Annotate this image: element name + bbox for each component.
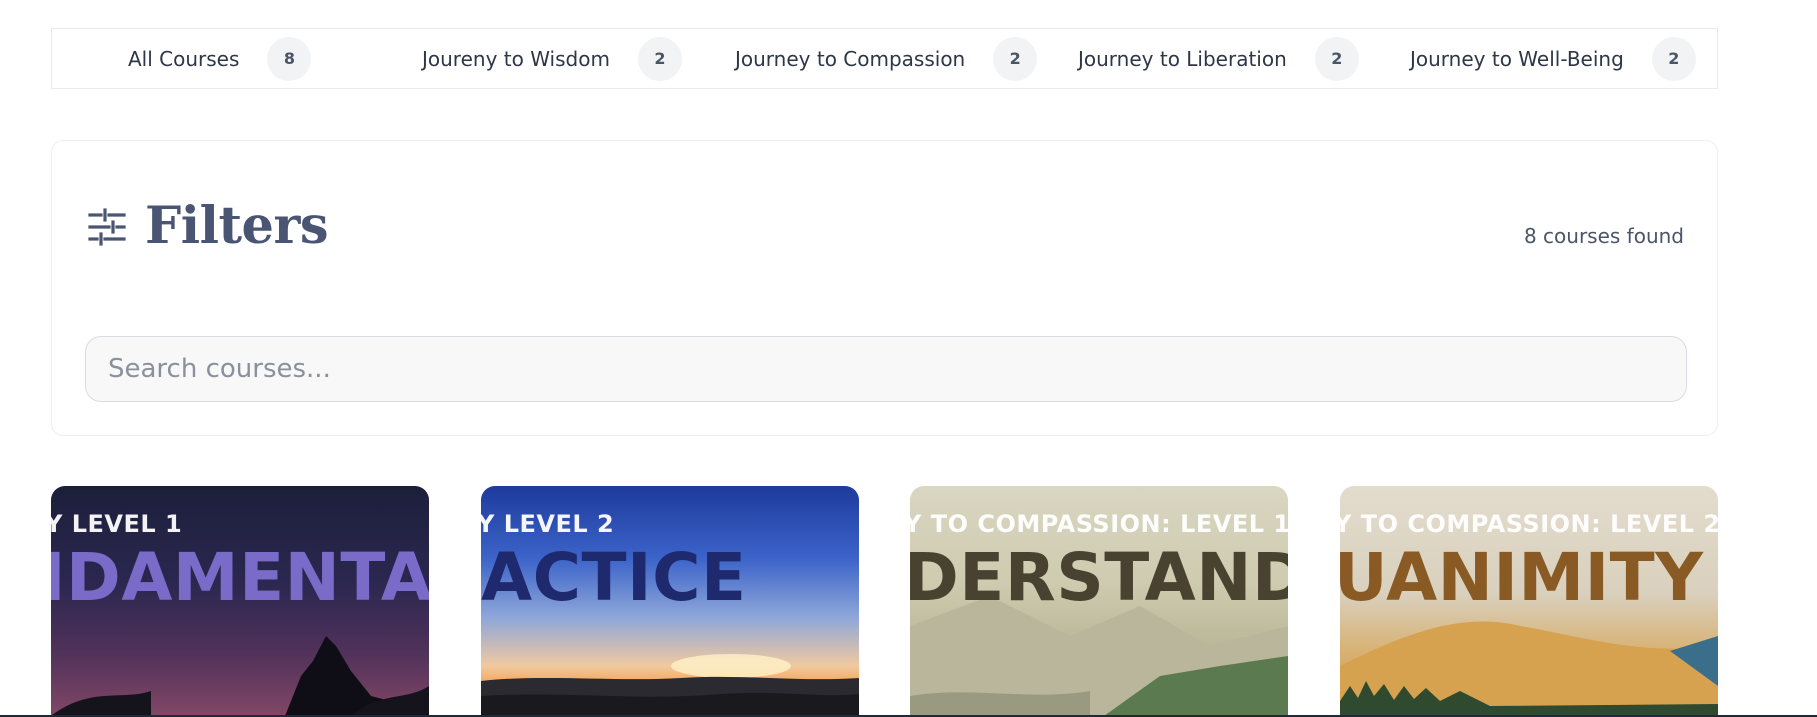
tab-label: All Courses <box>128 46 240 71</box>
tab-count-badge: 2 <box>1314 36 1359 81</box>
tab-label: Journey to Liberation <box>1078 46 1287 71</box>
course-card[interactable]: Y TO COMPASSION: LEVEL 2 UANIMITY <box>1340 486 1718 717</box>
course-title: DERSTANDING <box>910 539 1288 616</box>
search-input[interactable] <box>85 336 1687 402</box>
course-title: IDAMENTALS <box>51 539 429 616</box>
tab-all-courses[interactable]: All Courses 8 <box>128 29 312 88</box>
tab-journey-to-wisdom[interactable]: Joureny to Wisdom 2 <box>422 29 682 88</box>
filters-panel: Filters 8 courses found <box>51 140 1718 436</box>
tab-journey-to-well-being[interactable]: Journey to Well-Being 2 <box>1410 29 1696 88</box>
course-card[interactable]: Y LEVEL 1 IDAMENTALS <box>51 486 429 717</box>
course-subtitle: Y LEVEL 2 <box>481 510 615 538</box>
courses-found-count: 8 courses found <box>1523 224 1684 248</box>
filters-title: Filters <box>145 196 329 256</box>
sliders-icon <box>88 207 126 246</box>
course-subtitle: Y TO COMPASSION: LEVEL 2 <box>1340 510 1718 538</box>
course-subtitle: Y LEVEL 1 <box>51 510 183 538</box>
course-title: UANIMITY <box>1340 539 1704 616</box>
tab-journey-to-liberation[interactable]: Journey to Liberation 2 <box>1078 29 1359 88</box>
tab-journey-to-compassion[interactable]: Journey to Compassion 2 <box>735 29 1038 88</box>
category-tabs: All Courses 8 Joureny to Wisdom 2 Journe… <box>51 28 1718 89</box>
tab-count-badge: 2 <box>1651 36 1696 81</box>
tab-count-badge: 2 <box>637 36 682 81</box>
filters-header: Filters <box>87 196 329 256</box>
tab-label: Journey to Well-Being <box>1410 46 1624 71</box>
tab-label: Journey to Compassion <box>735 46 966 71</box>
course-title: ACTICE <box>481 539 747 616</box>
tab-count-badge: 2 <box>993 36 1038 81</box>
course-subtitle: Y TO COMPASSION: LEVEL 1 <box>910 510 1288 538</box>
tab-label: Joureny to Wisdom <box>422 46 610 71</box>
course-card[interactable]: Y TO COMPASSION: LEVEL 1 DERSTANDING <box>910 486 1288 717</box>
tab-count-badge: 8 <box>267 36 312 81</box>
course-card[interactable]: Y LEVEL 2 ACTICE <box>481 486 859 717</box>
